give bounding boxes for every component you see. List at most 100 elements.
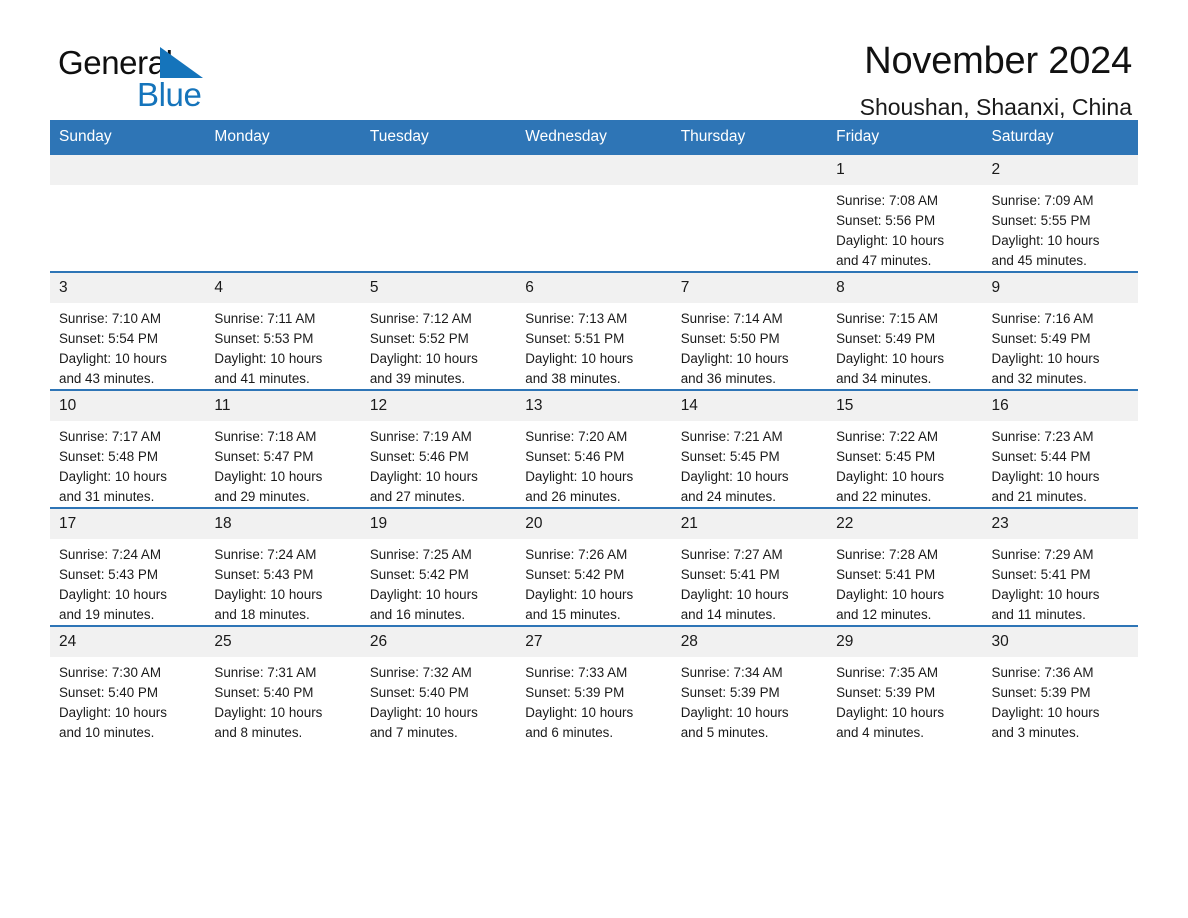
day-cell-empty [516,155,672,272]
day-number: 13 [516,391,672,421]
day-number: 20 [516,509,672,539]
day-details: Sunrise: 7:27 AM Sunset: 5:41 PM Dayligh… [672,539,827,625]
daylight-text-line2: and 45 minutes. [991,253,1087,268]
daylight-text-line2: and 10 minutes. [59,725,155,740]
day-number: 6 [516,273,672,303]
day-number: 14 [671,391,828,421]
day-number [50,155,206,185]
weekday-header-saturday: Saturday [982,120,1138,155]
day-cell-8[interactable]: 8 Sunrise: 7:15 AM Sunset: 5:49 PM Dayli… [827,271,983,390]
daylight-text-line1: Daylight: 10 hours [991,587,1100,602]
daylight-text-line1: Daylight: 10 hours [991,233,1100,248]
sunset-text: Sunset: 5:46 PM [369,449,469,464]
day-cell-16[interactable]: 16 Sunrise: 7:23 AM Sunset: 5:44 PM Dayl… [982,389,1138,508]
day-number: 28 [671,627,828,657]
day-cell-24[interactable]: 24 Sunrise: 7:30 AM Sunset: 5:40 PM Dayl… [50,625,206,743]
day-cell-5[interactable]: 5 Sunrise: 7:12 AM Sunset: 5:52 PM Dayli… [360,271,517,390]
day-cell-2[interactable]: 2 Sunrise: 7:09 AM Sunset: 5:55 PM Dayli… [982,155,1138,272]
day-cell-14[interactable]: 14 Sunrise: 7:21 AM Sunset: 5:45 PM Dayl… [671,389,828,508]
sunrise-text: Sunrise: 7:33 AM [525,665,628,680]
sunset-text: Sunset: 5:42 PM [369,567,469,582]
day-cell-27[interactable]: 27 Sunrise: 7:33 AM Sunset: 5:39 PM Dayl… [516,625,672,743]
sunrise-text: Sunrise: 7:34 AM [680,665,783,680]
daylight-text-line2: and 27 minutes. [369,489,466,504]
weekday-header-friday: Friday [827,120,983,155]
daylight-text-line2: and 22 minutes. [836,489,932,504]
day-cell-17[interactable]: 17 Sunrise: 7:24 AM Sunset: 5:43 PM Dayl… [50,507,206,626]
day-number: 2 [982,155,1138,185]
day-cell-30[interactable]: 30 Sunrise: 7:36 AM Sunset: 5:39 PM Dayl… [982,625,1138,743]
daylight-text-line1: Daylight: 10 hours [680,587,789,602]
daylight-text-line2: and 4 minutes. [836,725,924,740]
day-cell-15[interactable]: 15 Sunrise: 7:22 AM Sunset: 5:45 PM Dayl… [827,389,983,508]
sunrise-text: Sunrise: 7:10 AM [59,311,161,326]
daylight-text-line1: Daylight: 10 hours [59,469,167,484]
sunrise-text: Sunrise: 7:08 AM [836,193,939,208]
day-cell-6[interactable]: 6 Sunrise: 7:13 AM Sunset: 5:51 PM Dayli… [516,271,672,390]
sunrise-text: Sunrise: 7:19 AM [369,429,472,444]
day-cell-13[interactable]: 13 Sunrise: 7:20 AM Sunset: 5:46 PM Dayl… [516,389,672,508]
daylight-text-line1: Daylight: 10 hours [59,351,167,366]
day-number [360,155,517,185]
day-cell-28[interactable]: 28 Sunrise: 7:34 AM Sunset: 5:39 PM Dayl… [671,625,828,743]
day-details: Sunrise: 7:19 AM Sunset: 5:46 PM Dayligh… [361,421,516,507]
sunset-text: Sunset: 5:40 PM [214,685,314,700]
daylight-text-line1: Daylight: 10 hours [836,233,945,248]
day-cell-22[interactable]: 22 Sunrise: 7:28 AM Sunset: 5:41 PM Dayl… [827,507,983,626]
day-cell-4[interactable]: 4 Sunrise: 7:11 AM Sunset: 5:53 PM Dayli… [205,271,361,390]
day-details: Sunrise: 7:15 AM Sunset: 5:49 PM Dayligh… [827,303,982,389]
daylight-text-line1: Daylight: 10 hours [214,469,323,484]
daylight-text-line2: and 31 minutes. [59,489,155,504]
daylight-text-line2: and 34 minutes. [836,371,932,386]
sunset-text: Sunset: 5:49 PM [836,331,936,346]
daylight-text-line2: and 11 minutes. [991,607,1086,622]
day-cell-7[interactable]: 7 Sunrise: 7:14 AM Sunset: 5:50 PM Dayli… [671,271,828,390]
day-cell-3[interactable]: 3 Sunrise: 7:10 AM Sunset: 5:54 PM Dayli… [50,271,206,390]
day-details: Sunrise: 7:17 AM Sunset: 5:48 PM Dayligh… [50,421,205,507]
sunset-text: Sunset: 5:56 PM [836,213,936,228]
sunrise-text: Sunrise: 7:24 AM [214,547,317,562]
day-number: 30 [982,627,1138,657]
week-row: 3 Sunrise: 7:10 AM Sunset: 5:54 PM Dayli… [50,271,1138,390]
day-cell-19[interactable]: 19 Sunrise: 7:25 AM Sunset: 5:42 PM Dayl… [360,507,517,626]
weekday-header-sunday: Sunday [50,120,206,155]
daylight-text-line2: and 43 minutes. [59,371,155,386]
sunset-text: Sunset: 5:50 PM [680,331,780,346]
daylight-text-line1: Daylight: 10 hours [991,469,1100,484]
day-number: 9 [982,273,1138,303]
day-cell-18[interactable]: 18 Sunrise: 7:24 AM Sunset: 5:43 PM Dayl… [205,507,361,626]
day-details: Sunrise: 7:13 AM Sunset: 5:51 PM Dayligh… [516,303,671,389]
day-cell-25[interactable]: 25 Sunrise: 7:31 AM Sunset: 5:40 PM Dayl… [205,625,361,743]
sunset-text: Sunset: 5:40 PM [369,685,469,700]
day-cell-23[interactable]: 23 Sunrise: 7:29 AM Sunset: 5:41 PM Dayl… [982,507,1138,626]
day-number: 17 [50,509,206,539]
day-cell-11[interactable]: 11 Sunrise: 7:18 AM Sunset: 5:47 PM Dayl… [205,389,361,508]
day-number [671,155,828,185]
day-cell-1[interactable]: 1 Sunrise: 7:08 AM Sunset: 5:56 PM Dayli… [827,155,983,272]
day-cell-10[interactable]: 10 Sunrise: 7:17 AM Sunset: 5:48 PM Dayl… [50,389,206,508]
day-details: Sunrise: 7:30 AM Sunset: 5:40 PM Dayligh… [50,657,205,743]
sunrise-text: Sunrise: 7:16 AM [991,311,1094,326]
sunset-text: Sunset: 5:39 PM [680,685,780,700]
day-number [516,155,672,185]
sunrise-text: Sunrise: 7:15 AM [836,311,939,326]
day-cell-29[interactable]: 29 Sunrise: 7:35 AM Sunset: 5:39 PM Dayl… [827,625,983,743]
sunset-text: Sunset: 5:39 PM [525,685,625,700]
daylight-text-line1: Daylight: 10 hours [836,469,945,484]
day-cell-12[interactable]: 12 Sunrise: 7:19 AM Sunset: 5:46 PM Dayl… [360,389,517,508]
sunrise-text: Sunrise: 7:17 AM [59,429,161,444]
day-cell-26[interactable]: 26 Sunrise: 7:32 AM Sunset: 5:40 PM Dayl… [360,625,517,743]
day-details: Sunrise: 7:18 AM Sunset: 5:47 PM Dayligh… [205,421,360,507]
day-cell-9[interactable]: 9 Sunrise: 7:16 AM Sunset: 5:49 PM Dayli… [982,271,1138,390]
sunset-text: Sunset: 5:55 PM [991,213,1091,228]
daylight-text-line1: Daylight: 10 hours [525,469,634,484]
sunrise-text: Sunrise: 7:14 AM [680,311,783,326]
day-cell-20[interactable]: 20 Sunrise: 7:26 AM Sunset: 5:42 PM Dayl… [516,507,672,626]
week-row: 24 Sunrise: 7:30 AM Sunset: 5:40 PM Dayl… [50,625,1138,743]
day-cell-21[interactable]: 21 Sunrise: 7:27 AM Sunset: 5:41 PM Dayl… [671,507,828,626]
daylight-text-line2: and 38 minutes. [525,371,621,386]
daylight-text-line2: and 29 minutes. [214,489,310,504]
sunset-text: Sunset: 5:41 PM [836,567,936,582]
daylight-text-line1: Daylight: 10 hours [836,587,945,602]
sunset-text: Sunset: 5:47 PM [214,449,314,464]
